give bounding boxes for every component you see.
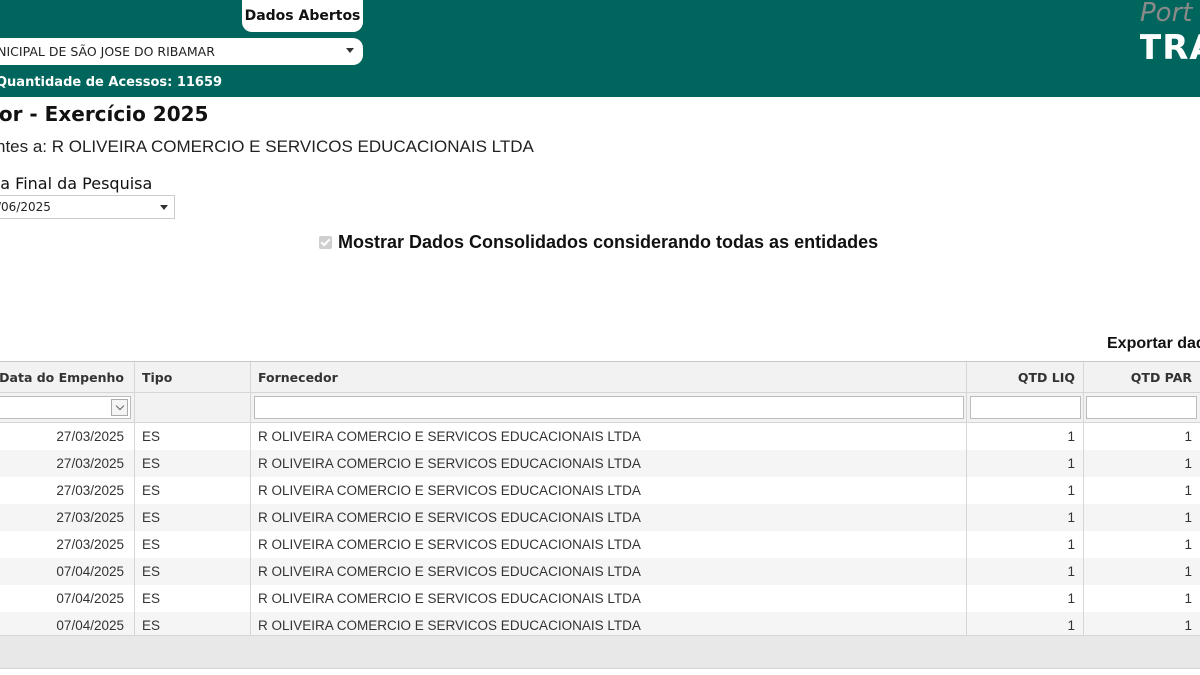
- table-row[interactable]: 27/03/2025 ES R OLIVEIRA COMERCIO E SERV…: [0, 423, 1200, 450]
- cell-qtd-par: 1: [1184, 510, 1192, 525]
- qtd-liq-filter-input[interactable]: [970, 396, 1081, 419]
- portal-logo[interactable]: Port TRA: [1140, 0, 1200, 70]
- cell-data-empenho: 27/03/2025: [0, 423, 135, 450]
- column-header-qtd-par[interactable]: QTD PAR: [1084, 362, 1200, 392]
- qtd-par-filter-input[interactable]: [1086, 396, 1197, 419]
- chevron-down-icon: [160, 205, 168, 210]
- cell-tipo: ES: [135, 585, 251, 612]
- cell-tipo: ES: [135, 423, 251, 450]
- date-filter-value: /06/2025: [0, 200, 51, 214]
- grid-header-row: Data do Empenho Tipo Fornecedor QTD LIQ …: [0, 362, 1200, 393]
- cell-fornecedor: R OLIVEIRA COMERCIO E SERVICOS EDUCACION…: [251, 450, 967, 477]
- cell-qtd-liq: 1: [967, 450, 1084, 477]
- cell-qtd-par: 1: [1184, 429, 1192, 444]
- cell-data-empenho: 07/04/2025: [0, 558, 135, 585]
- dados-abertos-button[interactable]: Dados Abertos: [242, 0, 363, 32]
- chevron-down-icon[interactable]: [111, 399, 128, 416]
- cell-qtd-liq: 1: [967, 477, 1084, 504]
- cell-qtd-liq: 1: [967, 558, 1084, 585]
- date-filter-select[interactable]: /06/2025: [0, 195, 175, 219]
- logo-line-1: Port: [1140, 0, 1193, 28]
- table-row[interactable]: 07/04/2025 ES R OLIVEIRA COMERCIO E SERV…: [0, 558, 1200, 585]
- table-row[interactable]: 07/04/2025 ES R OLIVEIRA COMERCIO E SERV…: [0, 585, 1200, 612]
- column-header-tipo[interactable]: Tipo: [135, 362, 251, 392]
- cell-tipo: ES: [135, 504, 251, 531]
- cell-data-empenho: 27/03/2025: [0, 504, 135, 531]
- table-row[interactable]: 27/03/2025 ES R OLIVEIRA COMERCIO E SERV…: [0, 504, 1200, 531]
- logo-line-2: TRA: [1140, 28, 1200, 68]
- cell-fornecedor: R OLIVEIRA COMERCIO E SERVICOS EDUCACION…: [251, 585, 967, 612]
- cell-fornecedor: R OLIVEIRA COMERCIO E SERVICOS EDUCACION…: [251, 477, 967, 504]
- cell-tipo: ES: [135, 558, 251, 585]
- cell-qtd-par: 1: [1184, 591, 1192, 606]
- cell-fornecedor: R OLIVEIRA COMERCIO E SERVICOS EDUCACION…: [251, 531, 967, 558]
- consolidated-label: Mostrar Dados Consolidados considerando …: [338, 232, 879, 252]
- consolidated-checkbox[interactable]: [319, 236, 332, 249]
- cell-qtd-par: 1: [1184, 483, 1192, 498]
- cell-tipo: ES: [135, 531, 251, 558]
- cell-fornecedor: R OLIVEIRA COMERCIO E SERVICOS EDUCACION…: [251, 504, 967, 531]
- cell-tipo: ES: [135, 477, 251, 504]
- cell-data-empenho: 27/03/2025: [0, 531, 135, 558]
- chevron-down-icon: [346, 48, 354, 53]
- column-header-fornecedor[interactable]: Fornecedor: [251, 362, 967, 392]
- cell-data-empenho: 27/03/2025: [0, 477, 135, 504]
- fornecedor-filter-input[interactable]: [254, 396, 964, 419]
- page-title: lor - Exercício 2025: [0, 102, 209, 126]
- column-header-qtd-liq[interactable]: QTD LIQ: [967, 362, 1084, 392]
- cell-data-empenho: 27/03/2025: [0, 450, 135, 477]
- cell-qtd-par: 1: [1184, 537, 1192, 552]
- access-count: Quantidade de Acessos: 11659: [0, 75, 223, 90]
- cell-fornecedor: R OLIVEIRA COMERCIO E SERVICOS EDUCACION…: [251, 423, 967, 450]
- cell-qtd-liq: 1: [967, 423, 1084, 450]
- table-row[interactable]: 27/03/2025 ES R OLIVEIRA COMERCIO E SERV…: [0, 531, 1200, 558]
- cell-qtd-par: 1: [1184, 564, 1192, 579]
- grid-filter-row: [0, 393, 1200, 423]
- top-header: Dados Abertos UNICIPAL DE SÃO JOSE DO RI…: [0, 0, 1200, 97]
- cell-qtd-par: 1: [1184, 456, 1192, 471]
- cell-qtd-liq: 1: [967, 504, 1084, 531]
- cell-qtd-liq: 1: [967, 585, 1084, 612]
- supplier-subtitle: ntes a: R OLIVEIRA COMERCIO E SERVICOS E…: [0, 137, 534, 156]
- data-grid: Data do Empenho Tipo Fornecedor QTD LIQ …: [0, 361, 1200, 669]
- column-header-data-empenho[interactable]: Data do Empenho: [0, 362, 135, 392]
- cell-data-empenho: 07/04/2025: [0, 585, 135, 612]
- table-row[interactable]: 27/03/2025 ES R OLIVEIRA COMERCIO E SERV…: [0, 477, 1200, 504]
- cell-fornecedor: R OLIVEIRA COMERCIO E SERVICOS EDUCACION…: [251, 558, 967, 585]
- table-row[interactable]: 27/03/2025 ES R OLIVEIRA COMERCIO E SERV…: [0, 450, 1200, 477]
- export-data-link[interactable]: Exportar dad: [1107, 335, 1200, 353]
- cell-qtd-liq: 1: [967, 531, 1084, 558]
- consolidated-toggle[interactable]: Mostrar Dados Consolidados considerando …: [319, 232, 878, 253]
- filter-cell-tipo: [135, 393, 251, 422]
- entity-select[interactable]: UNICIPAL DE SÃO JOSE DO RIBAMAR: [0, 38, 363, 65]
- grid-footer: [0, 635, 1200, 669]
- date-filter-input[interactable]: [0, 396, 131, 419]
- cell-tipo: ES: [135, 450, 251, 477]
- entity-select-value: UNICIPAL DE SÃO JOSE DO RIBAMAR: [0, 44, 215, 59]
- date-filter-label: ta Final da Pesquisa: [0, 174, 153, 193]
